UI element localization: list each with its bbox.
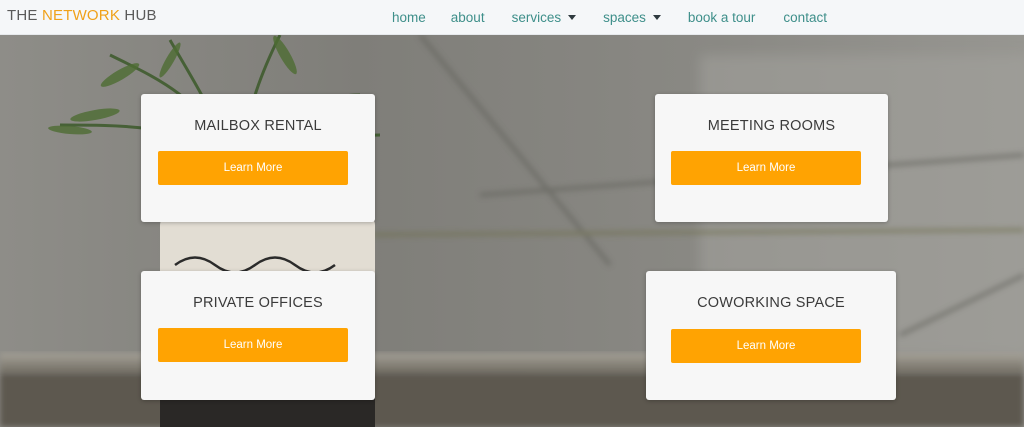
card-title: MAILBOX RENTAL bbox=[194, 118, 322, 134]
nav-item-contact: contact bbox=[783, 10, 827, 25]
chevron-down-icon bbox=[568, 15, 577, 20]
card-meeting-rooms: MEETING ROOMS Learn More bbox=[655, 94, 888, 222]
learn-more-button[interactable]: Learn More bbox=[158, 151, 348, 185]
nav-link-spaces[interactable]: spaces bbox=[603, 10, 661, 25]
card-title: PRIVATE OFFICES bbox=[193, 295, 323, 311]
brand-text-2: HUB bbox=[120, 7, 157, 24]
brand-logo[interactable]: THE NETWORK HUB bbox=[7, 7, 157, 24]
nav-menu: home about services spaces book a tour c… bbox=[392, 0, 827, 35]
nav-link-services-label: services bbox=[511, 10, 562, 25]
nav-item-services: services bbox=[512, 10, 577, 25]
card-title: COWORKING SPACE bbox=[697, 295, 845, 311]
card-private-offices: PRIVATE OFFICES Learn More bbox=[141, 271, 375, 400]
nav-item-spaces: spaces bbox=[603, 10, 661, 25]
brand-text-highlight: NETWORK bbox=[41, 7, 121, 24]
card-mailbox-rental: MAILBOX RENTAL Learn More bbox=[141, 94, 375, 222]
nav-link-about[interactable]: about bbox=[451, 10, 485, 25]
learn-more-button[interactable]: Learn More bbox=[671, 151, 861, 185]
nav-link-book-a-tour[interactable]: book a tour bbox=[688, 10, 756, 25]
nav-item-about: about bbox=[451, 10, 485, 25]
brand-text-1: THE bbox=[7, 7, 42, 24]
card-title: MEETING ROOMS bbox=[707, 118, 836, 134]
learn-more-button[interactable]: Learn More bbox=[158, 328, 348, 362]
navbar: THE NETWORK HUB home about services spac… bbox=[0, 0, 1024, 35]
learn-more-button[interactable]: Learn More bbox=[671, 329, 861, 363]
nav-link-home[interactable]: home bbox=[392, 10, 426, 25]
chevron-down-icon bbox=[652, 15, 661, 20]
nav-link-contact[interactable]: contact bbox=[783, 10, 827, 25]
nav-link-services[interactable]: services bbox=[512, 10, 577, 25]
nav-link-spaces-label: spaces bbox=[603, 10, 646, 25]
nav-item-book-a-tour: book a tour bbox=[688, 10, 756, 25]
nav-item-home: home bbox=[392, 10, 426, 25]
card-coworking-space: COWORKING SPACE Learn More bbox=[646, 271, 896, 400]
